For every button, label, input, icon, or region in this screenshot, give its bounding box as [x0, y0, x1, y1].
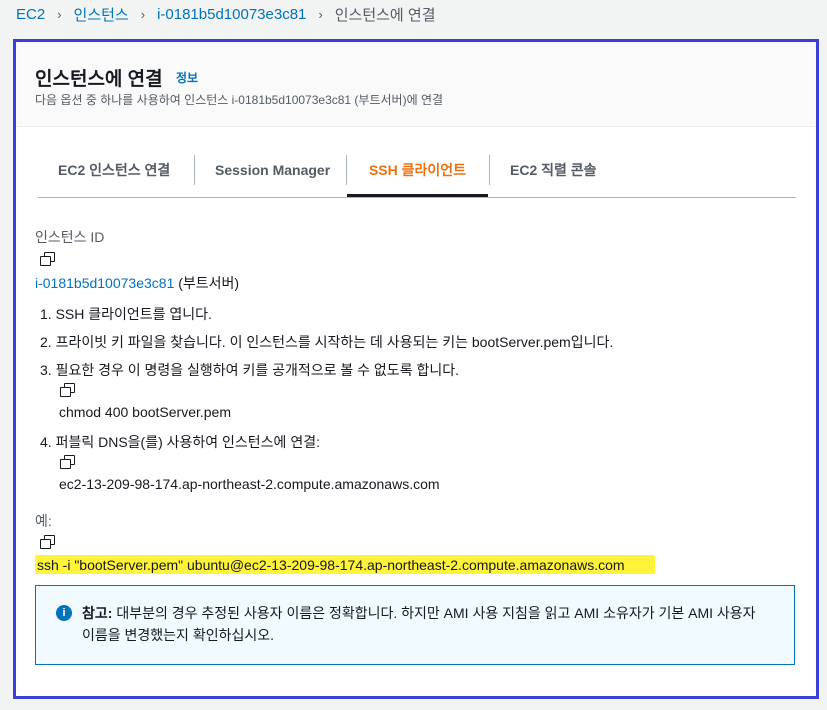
- step-3: 3. 필요한 경우 이 명령을 실행하여 키를 공개적으로 볼 수 없도록 합니…: [40, 362, 459, 378]
- page-description: 다음 옵션 중 하나를 사용하여 인스턴스 i-0181b5d10073e3c8…: [35, 93, 444, 107]
- example-label: 예:: [35, 513, 52, 529]
- tab-divider: [489, 155, 490, 185]
- ssh-example-command: ssh -i "bootServer.pem" ubuntu@ec2-13-20…: [37, 557, 625, 573]
- connect-panel: 인스턴스에 연결 정보 다음 옵션 중 하나를 사용하여 인스턴스 i-0181…: [13, 39, 819, 699]
- tab-ssh-client[interactable]: SSH 클라이언트: [347, 155, 488, 197]
- chmod-command: chmod 400 bootServer.pem: [59, 404, 231, 420]
- tab-ec2-instance-connect[interactable]: EC2 인스턴스 연결: [58, 155, 170, 195]
- info-icon: i: [56, 605, 72, 621]
- info-link[interactable]: 정보: [176, 69, 198, 86]
- copy-icon[interactable]: [60, 455, 75, 469]
- breadcrumb-current: 인스턴스에 연결: [334, 6, 436, 24]
- connect-tabs: EC2 인스턴스 연결 Session Manager SSH 클라이언트 EC…: [38, 155, 796, 198]
- instance-name: (부트서버): [178, 275, 240, 291]
- panel-header: 인스턴스에 연결 정보 다음 옵션 중 하나를 사용하여 인스턴스 i-0181…: [16, 42, 816, 127]
- chevron-right-icon: ›: [318, 6, 323, 22]
- breadcrumb-instances[interactable]: 인스턴스: [74, 4, 129, 25]
- step-2: 2. 프라이빗 키 파일을 찾습니다. 이 인스턴스를 시작하는 데 사용되는 …: [40, 334, 614, 350]
- alert-title: 참고:: [82, 605, 113, 621]
- public-dns-command: ec2-13-209-98-174.ap-northeast-2.compute…: [59, 476, 440, 492]
- copy-icon[interactable]: [40, 252, 55, 266]
- instance-id-link[interactable]: i-0181b5d10073e3c81: [35, 275, 174, 291]
- tab-session-manager[interactable]: Session Manager: [215, 155, 330, 195]
- info-alert: i 참고: 대부분의 경우 추정된 사용자 이름은 정확합니다. 하지만 AMI…: [35, 585, 795, 665]
- tab-ec2-serial-console[interactable]: EC2 직렬 콘솔: [510, 155, 597, 195]
- instance-id-label: 인스턴스 ID: [35, 229, 105, 245]
- alert-text: 참고: 대부분의 경우 추정된 사용자 이름은 정확합니다. 하지만 AMI 사…: [82, 602, 772, 646]
- alert-message: 대부분의 경우 추정된 사용자 이름은 정확합니다. 하지만 AMI 사용 지침…: [82, 605, 756, 643]
- step-1: 1. SSH 클라이언트를 엽니다.: [40, 306, 212, 322]
- step-4: 4. 퍼블릭 DNS을(를) 사용하여 인스턴스에 연결:: [40, 434, 320, 450]
- breadcrumb-instance-id[interactable]: i-0181b5d10073e3c81: [157, 6, 306, 23]
- page-title: 인스턴스에 연결: [35, 69, 163, 90]
- copy-icon[interactable]: [40, 535, 55, 549]
- instance-id-row: i-0181b5d10073e3c81 (부트서버): [35, 273, 239, 293]
- copy-icon[interactable]: [60, 383, 75, 397]
- breadcrumb-ec2[interactable]: EC2: [16, 6, 45, 23]
- breadcrumb: EC2 › 인스턴스 › i-0181b5d10073e3c81 › 인스턴스에…: [16, 3, 436, 25]
- chevron-right-icon: ›: [140, 6, 146, 22]
- chevron-right-icon: ›: [57, 6, 62, 22]
- tab-divider: [194, 155, 195, 185]
